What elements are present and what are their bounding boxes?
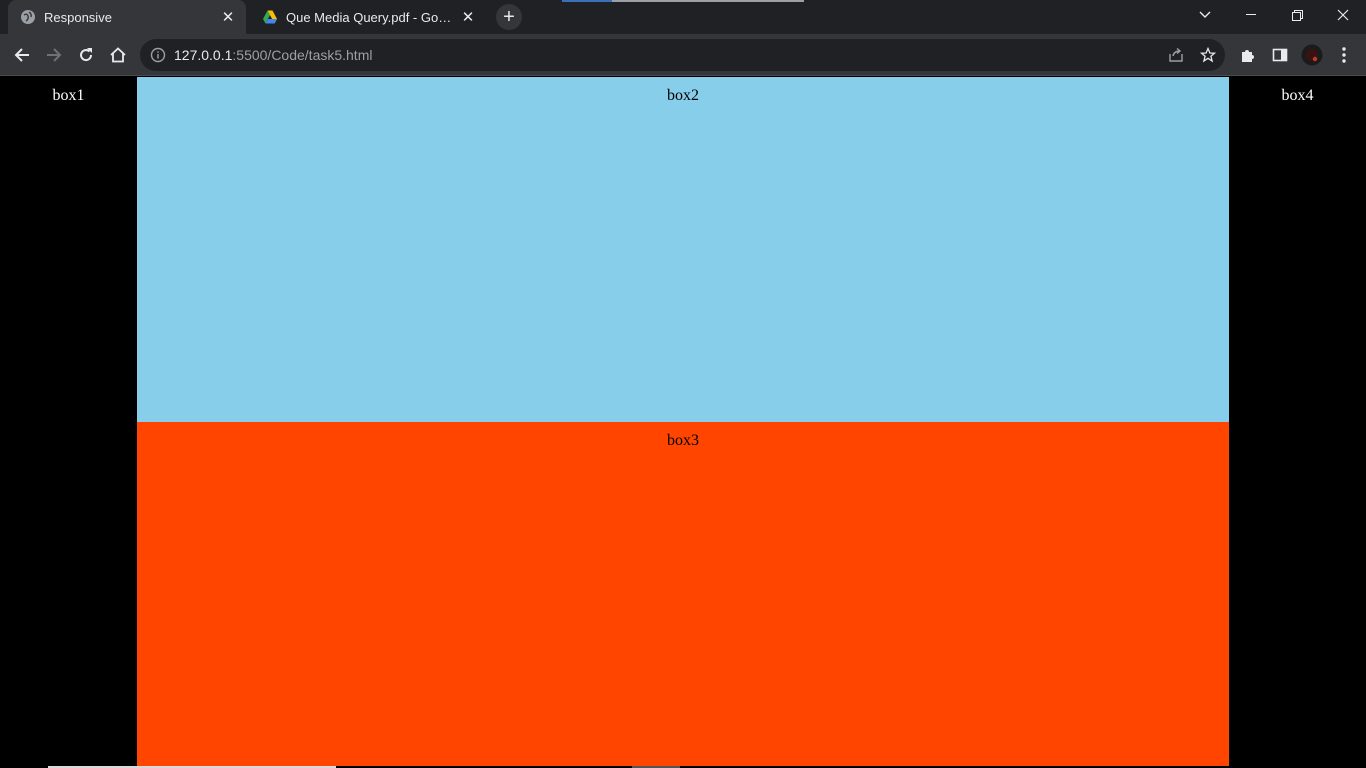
box2-label: box2 <box>667 87 699 104</box>
forward-button[interactable] <box>38 39 70 71</box>
bookmark-star-icon[interactable] <box>1199 46 1217 63</box>
box4: box4 <box>1229 77 1366 766</box>
tab-strip: Responsive ✕ Que Media Query.pdf - Googl… <box>0 0 1366 34</box>
box4-label: box4 <box>1281 87 1314 104</box>
tab-responsive[interactable]: Responsive ✕ <box>8 0 246 34</box>
url-path: :5500/Code/task5.html <box>232 47 373 63</box>
box3: box3 <box>137 422 1229 766</box>
tab-que-media-query[interactable]: Que Media Query.pdf - Google Drive ✕ <box>250 0 486 34</box>
page-viewport: box1 box2 box3 box4 <box>0 77 1366 768</box>
reload-icon <box>80 48 93 62</box>
more-vert-icon <box>1342 47 1346 63</box>
puzzle-icon <box>1242 50 1254 62</box>
profile-avatar[interactable] <box>1296 39 1328 71</box>
url-text: 127.0.0.1:5500/Code/task5.html <box>174 47 372 63</box>
box2: box2 <box>137 77 1229 422</box>
side-panel-icon <box>1272 48 1288 62</box>
new-tab-button[interactable]: + <box>496 4 522 30</box>
arrow-right-icon <box>47 48 62 62</box>
close-icon <box>1337 9 1349 21</box>
reload-button[interactable] <box>70 39 102 71</box>
restore-icon <box>1291 9 1303 21</box>
minimize-icon <box>1246 14 1256 15</box>
home-icon <box>110 47 126 63</box>
tab-title: Responsive <box>44 9 112 25</box>
box1-label: box1 <box>52 87 85 104</box>
browser-toolbar: 127.0.0.1:5500/Code/task5.html <box>0 34 1366 76</box>
google-drive-icon <box>262 9 278 25</box>
loading-indicator <box>562 0 612 2</box>
arrow-left-icon <box>14 48 29 62</box>
close-icon[interactable]: ✕ <box>216 5 240 29</box>
box1: box1 <box>0 77 137 766</box>
back-button[interactable] <box>6 39 38 71</box>
extensions-button[interactable] <box>1232 39 1264 71</box>
minimize-button[interactable] <box>1228 0 1274 30</box>
share-icon[interactable] <box>1168 47 1184 63</box>
restore-button[interactable] <box>1274 0 1320 30</box>
tab-title: Que Media Query.pdf - Google Drive <box>286 9 456 25</box>
window-close-button[interactable] <box>1320 0 1366 30</box>
url-host: 127.0.0.1 <box>174 47 233 63</box>
tab-search-button[interactable] <box>1182 0 1228 30</box>
loading-indicator-track <box>612 0 804 2</box>
side-panel-button[interactable] <box>1264 39 1296 71</box>
box3-label: box3 <box>667 432 699 449</box>
globe-icon <box>20 9 36 25</box>
close-icon[interactable]: ✕ <box>456 5 480 29</box>
avatar-icon <box>1301 44 1323 66</box>
address-bar[interactable]: 127.0.0.1:5500/Code/task5.html <box>140 39 1225 71</box>
menu-button[interactable] <box>1328 39 1360 71</box>
info-icon[interactable] <box>150 47 166 63</box>
home-button[interactable] <box>102 39 134 71</box>
chevron-down-icon <box>1199 11 1211 18</box>
